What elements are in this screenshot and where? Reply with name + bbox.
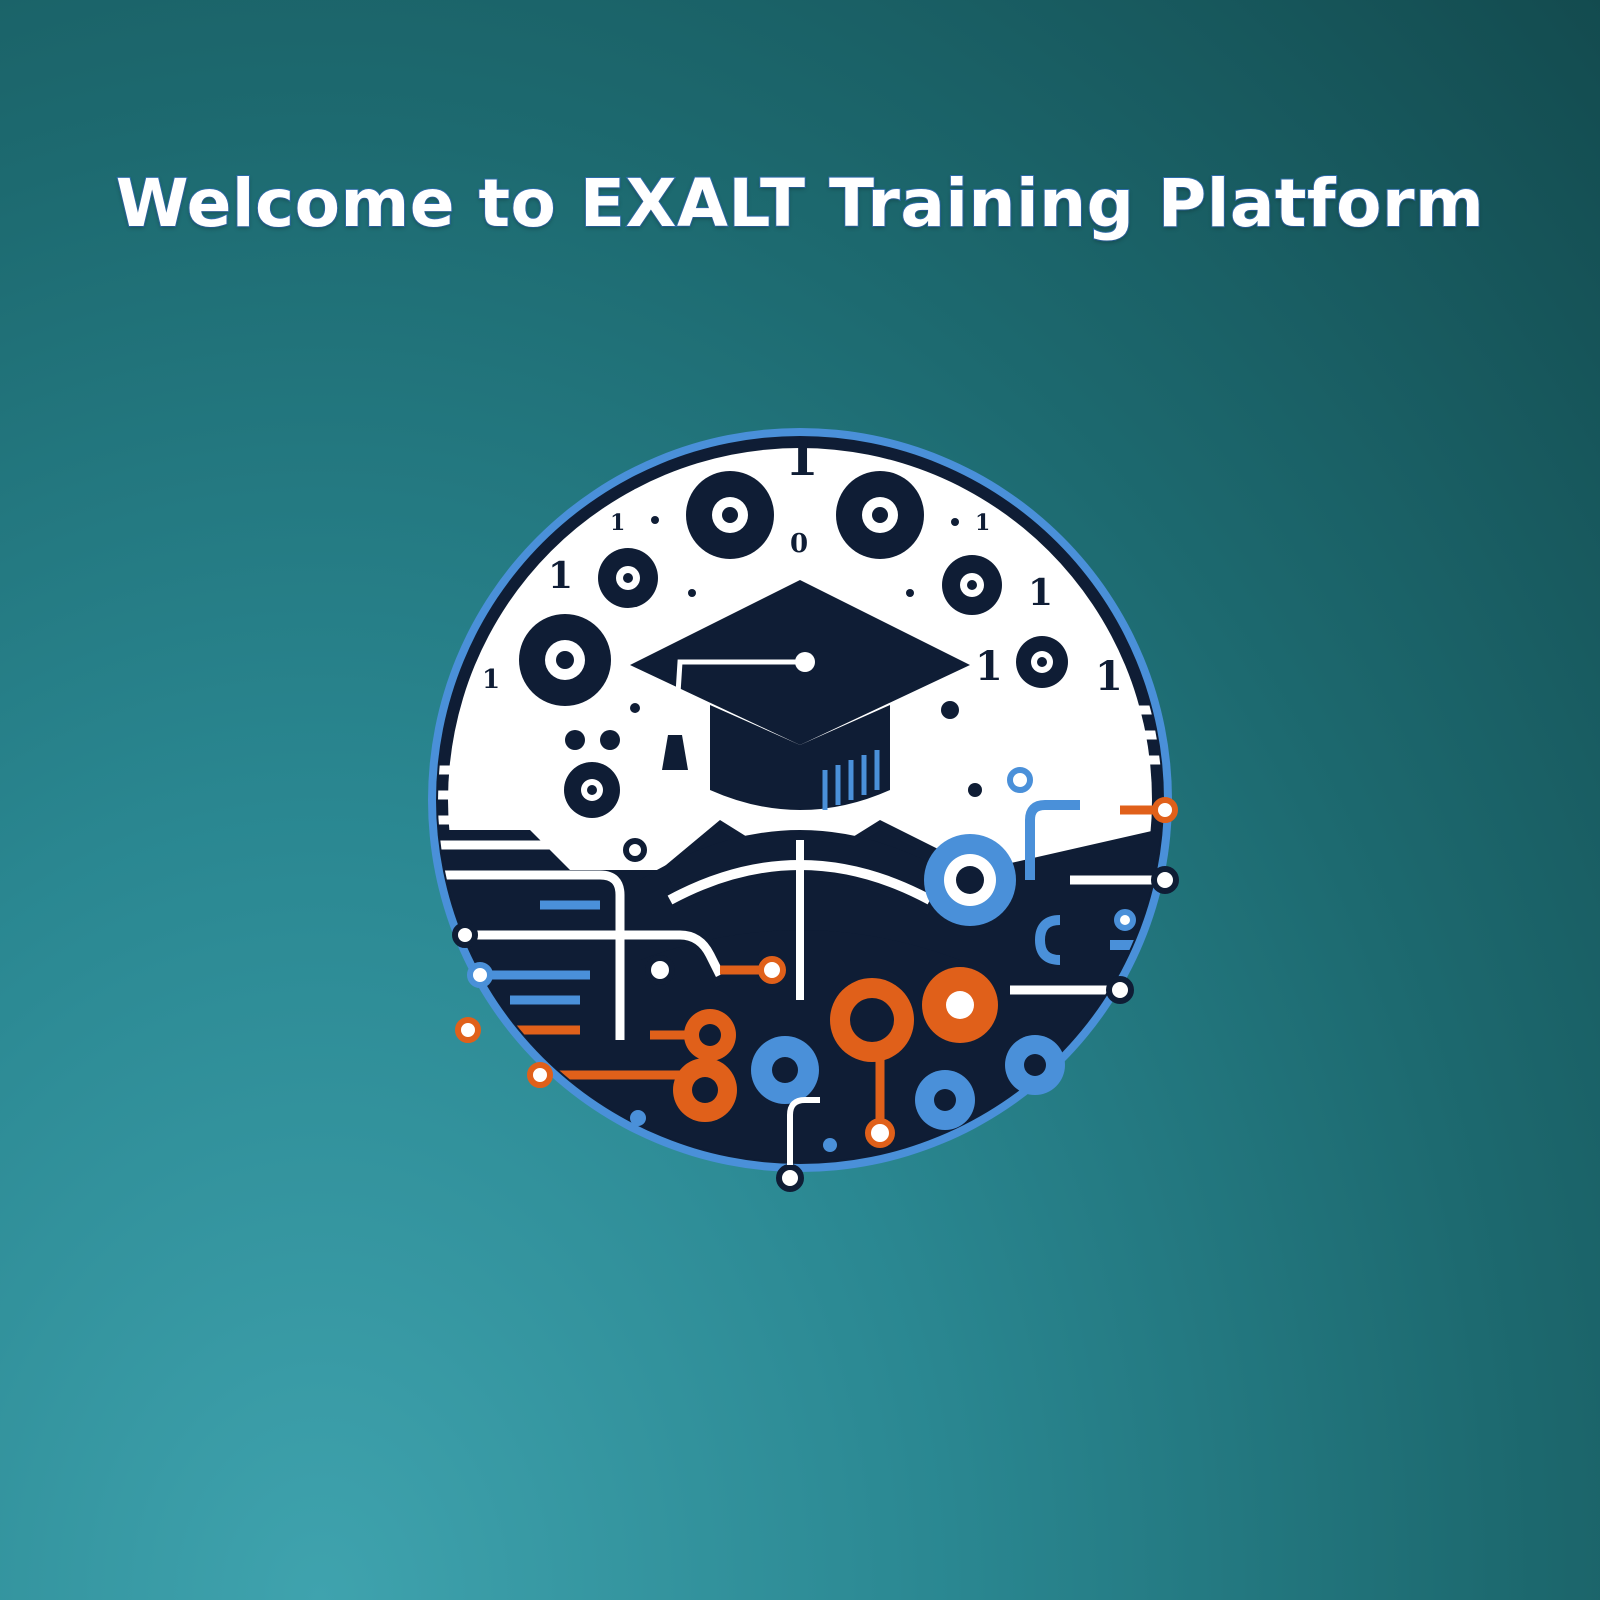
gear-icon — [915, 1070, 975, 1130]
gear-icon — [830, 978, 914, 1062]
gear-icon — [684, 1009, 736, 1061]
gear-icon — [686, 471, 774, 559]
page-title: Welcome to EXALT Training Platform — [115, 164, 1485, 243]
exalt-logo: 1 1 0 1 1 1 1 1 1 — [420, 400, 1200, 1220]
binary-digit: 1 — [975, 643, 1003, 690]
binary-digit: 1 — [548, 555, 573, 597]
gear-icon — [564, 762, 620, 818]
gear-icon — [751, 1036, 819, 1104]
gear-icon — [673, 1058, 737, 1122]
gear-icon — [1016, 636, 1068, 688]
binary-digit: 1 — [1095, 653, 1123, 700]
graduation-cap-circuit-logo-icon: 1 1 0 1 1 1 1 1 1 — [428, 428, 1179, 1192]
gear-icon — [519, 614, 611, 706]
gear-icon — [922, 967, 998, 1043]
gear-icon — [924, 834, 1016, 926]
gear-icon — [836, 471, 924, 559]
binary-digit: 0 — [790, 529, 808, 559]
binary-digit: 1 — [482, 665, 500, 695]
binary-digit: 1 — [610, 510, 625, 536]
binary-digit: 1 — [1028, 572, 1053, 614]
gear-icon — [942, 555, 1002, 615]
binary-digit: 1 — [785, 431, 818, 487]
gear-icon — [1005, 1035, 1065, 1095]
binary-digit: 1 — [975, 510, 990, 536]
gear-icon — [598, 548, 658, 608]
